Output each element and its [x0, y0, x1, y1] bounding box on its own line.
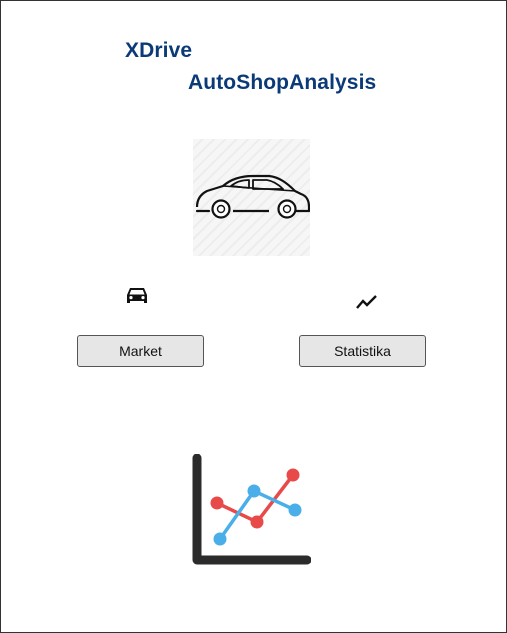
statistika-button[interactable]: Statistika	[299, 335, 426, 367]
trending-up-icon	[355, 291, 379, 311]
app-title-autoshopanalysis: AutoShopAnalysis	[188, 71, 377, 94]
line-chart-icon	[191, 453, 312, 566]
car-icon	[125, 285, 149, 307]
app-title-xdrive: XDrive	[125, 39, 193, 62]
market-button[interactable]: Market	[77, 335, 204, 367]
app-frame: XDrive AutoShopAnalysis Market Statistik…	[0, 0, 507, 633]
car-outline-icon	[193, 139, 310, 256]
